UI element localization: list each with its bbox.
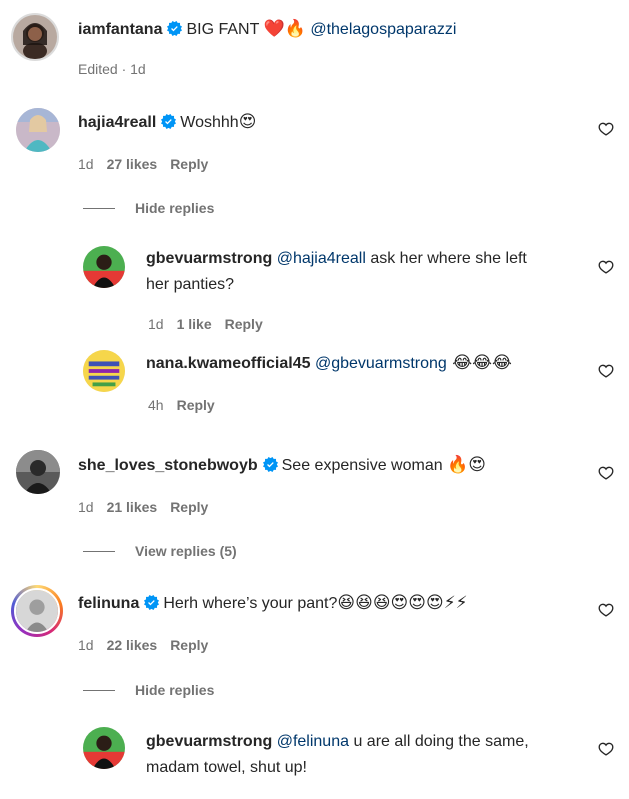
mention-link[interactable]: @gbevuarmstrong bbox=[315, 355, 447, 372]
toggle-label: View replies (5) bbox=[135, 543, 237, 559]
username[interactable]: gbevuarmstrong bbox=[146, 250, 272, 267]
likes-count[interactable]: 27 likes bbox=[107, 156, 158, 172]
comment-meta: 1d 22 likes Reply bbox=[78, 636, 221, 654]
reply-button[interactable]: Reply bbox=[225, 316, 263, 332]
comment-time: 1d bbox=[78, 156, 94, 172]
verified-badge-icon bbox=[144, 595, 160, 610]
likes-count[interactable]: 22 likes bbox=[107, 637, 158, 653]
like-heart-icon[interactable] bbox=[598, 602, 614, 618]
comment-time: 4h bbox=[148, 397, 164, 413]
username[interactable]: she_loves_stonebwoyb bbox=[78, 457, 258, 474]
caption-text: iamfantana BIG FANT ❤️🔥 @thelagospaparazz… bbox=[78, 16, 456, 43]
likes-count[interactable]: 21 likes bbox=[107, 499, 158, 515]
comment-text: gbevuarmstrong @felinuna u are all doing… bbox=[146, 729, 529, 781]
verified-badge-icon bbox=[167, 21, 183, 36]
avatar[interactable] bbox=[16, 108, 60, 152]
comment-body-line2: madam towel, shut up! bbox=[146, 759, 307, 776]
like-heart-icon[interactable] bbox=[598, 465, 614, 481]
divider-line bbox=[83, 207, 115, 209]
like-heart-icon[interactable] bbox=[598, 259, 614, 275]
avatar[interactable] bbox=[16, 450, 60, 494]
like-heart-icon[interactable] bbox=[598, 363, 614, 379]
username[interactable]: gbevuarmstrong bbox=[146, 733, 272, 750]
mention-link[interactable]: @felinuna bbox=[277, 733, 349, 750]
comment-meta: 4h Reply bbox=[148, 396, 228, 414]
like-heart-icon[interactable] bbox=[598, 121, 614, 137]
comment-body-line1: u are all doing the same, bbox=[349, 733, 529, 750]
reply-button[interactable]: Reply bbox=[170, 637, 208, 653]
comment-text: hajia4reall Woshhh😍 bbox=[78, 109, 256, 136]
caption-meta: Edited · 1d bbox=[78, 60, 159, 78]
comment-body-line1: ask her where she left bbox=[365, 250, 527, 267]
comment-text: felinuna Herh where’s your pant?😆😆😆😍😍😍⚡⚡ bbox=[78, 590, 468, 617]
toggle-replies-button[interactable]: Hide replies bbox=[83, 199, 214, 217]
avatar[interactable] bbox=[83, 350, 125, 392]
caption-body: BIG FANT bbox=[186, 21, 264, 38]
divider-line bbox=[83, 689, 115, 691]
comment-emojis: 🔥😍 bbox=[447, 455, 486, 475]
comment-time: 1d bbox=[78, 637, 94, 653]
reply-button[interactable]: Reply bbox=[177, 397, 215, 413]
caption-emojis: ❤️🔥 bbox=[263, 19, 306, 39]
comment-text: gbevuarmstrong @hajia4reall ask her wher… bbox=[146, 246, 527, 298]
avatar[interactable] bbox=[11, 13, 59, 61]
likes-count[interactable]: 1 like bbox=[177, 316, 212, 332]
comment-time: 1d bbox=[78, 499, 94, 515]
mention-link[interactable]: @hajia4reall bbox=[277, 250, 366, 267]
comment-meta: 1d 1 like Reply bbox=[148, 315, 276, 333]
comment-emojis: 😍 bbox=[238, 112, 257, 132]
comment-body: Woshhh bbox=[180, 114, 239, 131]
comment-body-line2: her panties? bbox=[146, 276, 235, 293]
avatar[interactable] bbox=[83, 727, 125, 769]
comment-text: nana.kwameofficial45 @gbevuarmstrong 😂😂😂 bbox=[146, 350, 512, 377]
comment-body: Herh where’s your pant? bbox=[163, 595, 338, 612]
username[interactable]: hajia4reall bbox=[78, 114, 156, 131]
username[interactable]: felinuna bbox=[78, 595, 139, 612]
avatar[interactable] bbox=[11, 585, 63, 637]
comment-text: she_loves_stonebwoyb See expensive woman … bbox=[78, 452, 486, 479]
edited-time: Edited · 1d bbox=[78, 61, 146, 77]
reply-button[interactable]: Reply bbox=[170, 156, 208, 172]
comment-emojis: 😂😂😂 bbox=[446, 353, 512, 373]
toggle-replies-button[interactable]: View replies (5) bbox=[83, 542, 237, 560]
toggle-label: Hide replies bbox=[135, 200, 215, 216]
comment-body: See expensive woman bbox=[281, 457, 448, 474]
comment-time: 1d bbox=[148, 316, 164, 332]
comment-meta: 1d 21 likes Reply bbox=[78, 498, 221, 516]
username[interactable]: iamfantana bbox=[78, 21, 162, 38]
comment-emojis: 😆😆😆😍😍😍⚡⚡ bbox=[337, 593, 468, 613]
avatar[interactable] bbox=[83, 246, 125, 288]
toggle-replies-button[interactable]: Hide replies bbox=[83, 681, 214, 699]
toggle-label: Hide replies bbox=[135, 682, 215, 698]
comment-meta: 1d 27 likes Reply bbox=[78, 155, 221, 173]
reply-button[interactable]: Reply bbox=[170, 499, 208, 515]
divider-line bbox=[83, 550, 115, 552]
verified-badge-icon bbox=[161, 114, 177, 129]
verified-badge-icon bbox=[262, 457, 278, 472]
username[interactable]: nana.kwameofficial45 bbox=[146, 355, 311, 372]
mention-link[interactable]: @thelagospaparazzi bbox=[310, 21, 456, 38]
like-heart-icon[interactable] bbox=[598, 741, 614, 757]
